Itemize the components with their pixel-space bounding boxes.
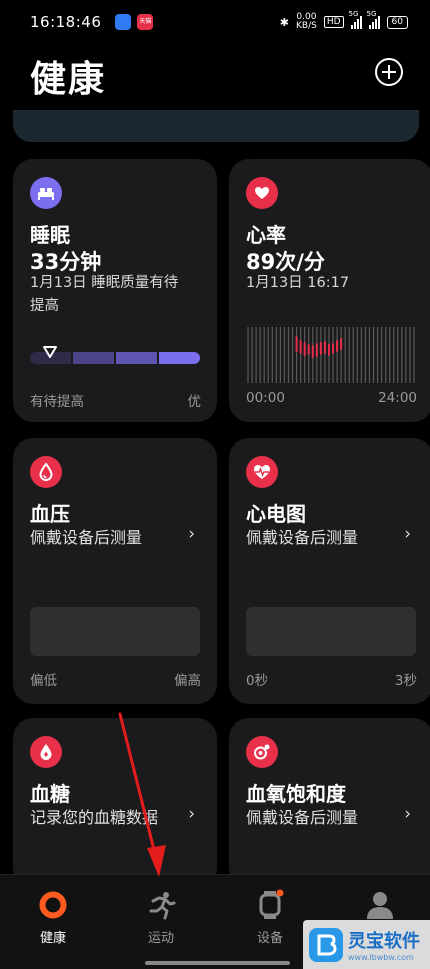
signal-icon: 5G (349, 10, 362, 29)
network-speed: 0.00 KB/S (296, 13, 317, 31)
chevron-right-icon[interactable]: › (188, 524, 195, 544)
page-title: 健康 (30, 59, 107, 100)
spo2-desc: 佩戴设备后测量 (246, 808, 359, 827)
sleep-marker-icon (43, 346, 58, 358)
spo2-title: 血氧饱和度 (246, 782, 346, 806)
nav-label-health: 健康 (39, 931, 66, 946)
blood-pressure-card[interactable]: 血压 佩戴设备后测量 › 偏低 偏高 (13, 438, 217, 704)
sleep-axis-left: 有待提高 (30, 394, 84, 410)
heart-rate-subtitle: 1月13日 16:17 (246, 275, 350, 291)
sleep-subtitle: 1月13日 睡眠质量有待 (30, 275, 179, 291)
app-notification-icon (115, 14, 132, 30)
status-bar: 16:18:46 天猫 ✱ 0.00 KB/S HD 5G 5G 60 (0, 0, 430, 44)
nav-item-health[interactable]: 健康 (13, 889, 93, 946)
watch-icon (254, 889, 286, 921)
watermark: 灵宝软件 www.lbwbw.com (303, 920, 430, 969)
oxygen-icon (246, 736, 278, 768)
heart-icon (246, 177, 278, 209)
sleep-value: 33分钟 (30, 250, 102, 274)
signal-icon-2: 5G (367, 10, 380, 29)
watermark-url: www.lbwbw.com (348, 953, 414, 962)
home-indicator[interactable] (145, 961, 290, 965)
blood-sugar-drop-icon (30, 736, 62, 768)
sleep-bar-segment (73, 352, 114, 364)
running-icon (145, 889, 177, 921)
blood-pressure-chart-placeholder (30, 607, 200, 656)
chevron-right-icon[interactable]: › (404, 524, 411, 544)
blood-pressure-desc: 佩戴设备后测量 (30, 528, 143, 547)
status-time: 16:18:46 (30, 13, 102, 31)
heart-rate-title: 心率 (246, 223, 286, 247)
sleep-bar-segment (159, 352, 200, 364)
hd-voice-icon: HD (323, 16, 344, 28)
watermark-text: 灵宝软件 www.lbwbw.com (348, 927, 420, 962)
ecg-axis-left: 0秒 (246, 673, 269, 689)
watermark-logo-icon (309, 927, 343, 962)
blood-pressure-axis-left: 偏低 (30, 673, 57, 689)
bluetooth-icon: ✱ (279, 15, 290, 29)
ecg-axis-right: 3秒 (394, 673, 417, 689)
ecg-card[interactable]: 心电图 佩戴设备后测量 › 0秒 3秒 (229, 438, 430, 704)
heart-rate-card[interactable]: 心率 89次/分 1月13日 16:17 00:00 24:00 (229, 159, 430, 422)
signal-tag-2: 5G (366, 9, 377, 18)
sleep-axis-right: 优 (187, 394, 202, 410)
sleep-card[interactable]: 睡眠 33分钟 1月13日 睡眠质量有待 提高 有待提高 优 (13, 159, 217, 422)
battery-icon: 60 (386, 15, 408, 29)
tmall-notification-icon: 天猫 (137, 14, 154, 30)
nav-item-exercise[interactable]: 运动 (121, 889, 201, 946)
nav-item-devices[interactable]: 设备 (230, 889, 310, 946)
nav-label-exercise: 运动 (147, 931, 174, 946)
blood-drop-icon (30, 456, 62, 488)
blood-sugar-title: 血糖 (30, 782, 70, 806)
bed-icon (30, 177, 62, 209)
ecg-desc: 佩戴设备后测量 (246, 528, 359, 547)
ecg-title: 心电图 (246, 502, 306, 526)
signal-tag: 5G (348, 9, 359, 18)
sleep-bar-segment (116, 352, 157, 364)
chevron-right-icon[interactable]: › (404, 804, 411, 824)
blood-pressure-axis-right: 偏高 (174, 673, 201, 689)
sleep-subtitle-2: 提高 (30, 298, 59, 314)
spo2-card[interactable]: 血氧饱和度 佩戴设备后测量 › (229, 718, 430, 888)
blood-pressure-title: 血压 (30, 502, 70, 526)
status-indicators: ✱ 0.00 KB/S HD 5G 5G 60 (279, 10, 408, 31)
heart-rate-chart (247, 327, 415, 383)
heart-rate-axis-right: 24:00 (378, 390, 417, 406)
blood-sugar-desc: 记录您的血糖数据 (30, 808, 159, 827)
status-app-icons: 天猫 (115, 14, 154, 30)
watermark-title: 灵宝软件 (348, 931, 420, 952)
blood-sugar-card[interactable]: 血糖 记录您的血糖数据 › (13, 718, 217, 888)
health-ring-icon (37, 889, 69, 921)
heart-rate-axis-left: 00:00 (246, 390, 285, 406)
sleep-title: 睡眠 (30, 223, 70, 247)
person-icon (364, 889, 396, 921)
heart-rate-value: 89次/分 (246, 250, 325, 274)
ecg-heart-icon (246, 456, 278, 488)
network-speed-unit: KB/S (296, 21, 317, 31)
ecg-chart-placeholder (246, 607, 416, 656)
scrolled-card-edge[interactable] (13, 110, 419, 142)
nav-label-devices: 设备 (256, 931, 283, 946)
add-button[interactable] (375, 58, 403, 86)
chevron-right-icon[interactable]: › (188, 804, 195, 824)
